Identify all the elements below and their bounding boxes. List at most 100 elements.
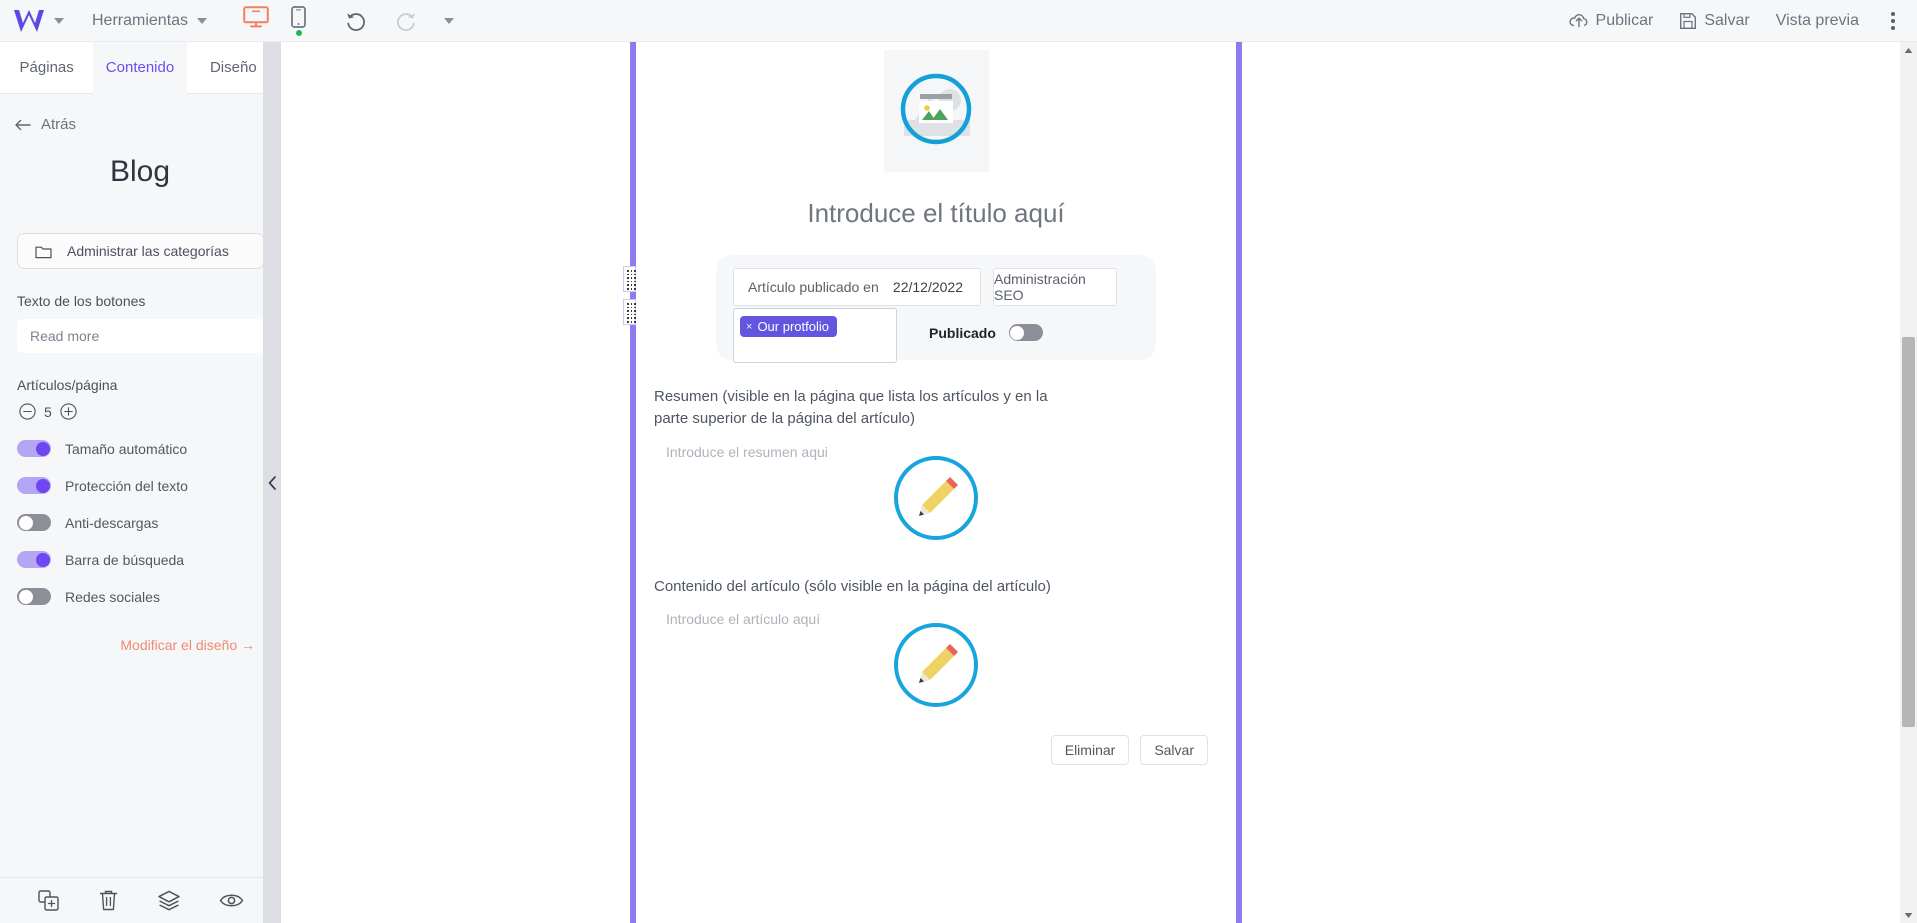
back-button[interactable]: Atrás	[0, 94, 280, 133]
toggle-barra-de-busqueda-switch[interactable]	[17, 551, 51, 568]
tab-contenido[interactable]: Contenido	[93, 42, 187, 94]
toggle-barra-de-busqueda[interactable]: Barra de búsqueda	[17, 551, 263, 568]
arrow-left-icon	[15, 119, 31, 130]
minus-circle-icon[interactable]	[19, 403, 36, 420]
toggle-redes-sociales[interactable]: Redes sociales	[17, 588, 263, 605]
published-toggle-switch[interactable]	[1008, 324, 1043, 341]
history-controls	[344, 10, 455, 32]
publish-label: Publicar	[1595, 11, 1654, 29]
sidebar-tabs: Páginas Contenido Diseño	[0, 42, 280, 94]
toggle-anti-descargas-switch[interactable]	[17, 514, 51, 531]
tools-chevron-down-icon	[197, 17, 208, 24]
section-resize-handle[interactable]	[623, 264, 636, 329]
publish-button[interactable]: Publicar	[1568, 11, 1654, 30]
desktop-view-button[interactable]	[243, 5, 269, 36]
undo-icon[interactable]	[344, 10, 368, 32]
featured-image-placeholder[interactable]	[883, 50, 989, 172]
mobile-phone-icon	[291, 5, 306, 28]
brand-logo-group[interactable]	[0, 8, 64, 34]
left-sidebar: Páginas Contenido Diseño Atrás Blog Admi…	[0, 42, 281, 923]
scroll-up-arrow-icon[interactable]	[1900, 42, 1917, 58]
published-date-value: 22/12/2022	[892, 279, 963, 295]
toggle-proteccion-del-texto-label: Protección del texto	[65, 477, 188, 494]
toggle-tamano-automatico-label: Tamaño automático	[65, 440, 188, 457]
floppy-disk-icon	[1680, 12, 1697, 29]
page-title: Blog	[109, 155, 171, 188]
manage-categories-button[interactable]: Administrar las categorías	[17, 233, 264, 269]
toggle-tamano-automatico-switch[interactable]	[17, 440, 51, 457]
save-button[interactable]: Salvar	[1679, 12, 1750, 30]
toggle-proteccion-del-texto-switch[interactable]	[17, 477, 51, 494]
monitor-icon	[243, 5, 269, 27]
summary-section-label: Resumen (visible en la página que lista …	[654, 388, 1048, 427]
toggle-proteccion-del-texto[interactable]: Protección del texto	[17, 477, 263, 494]
history-chevron-down-icon[interactable]	[444, 17, 455, 24]
button-text-label: Texto de los botones	[17, 293, 146, 309]
redo-icon[interactable]	[394, 10, 418, 32]
published-on-label: Artículo publicado en	[748, 279, 879, 295]
article-footer-buttons: Eliminar Salvar	[636, 709, 1236, 787]
delete-button[interactable]: Eliminar	[1050, 735, 1130, 766]
tools-menu-label: Herramientas	[92, 11, 189, 29]
scroll-down-arrow-icon[interactable]	[1900, 907, 1917, 923]
device-switcher	[243, 5, 306, 36]
more-options-icon[interactable]	[1885, 10, 1901, 32]
articles-per-page-label: Artículos/página	[17, 377, 118, 393]
sidebar-collapse-handle[interactable]	[263, 42, 281, 923]
image-placeholder-icon	[900, 73, 971, 145]
back-label: Atrás	[41, 116, 77, 133]
toggle-anti-descargas-label: Anti-descargas	[65, 514, 159, 531]
tab-diseno-label: Diseño	[209, 59, 257, 76]
duplicate-icon[interactable]	[37, 889, 60, 912]
articles-per-page-value: 5	[44, 403, 52, 420]
published-toggle-group[interactable]: Publicado	[929, 324, 1043, 341]
sidebar-bottom-toolbar	[0, 877, 281, 923]
categories-tag-input[interactable]: × Our protfolio	[733, 308, 897, 363]
mobile-view-button[interactable]	[291, 5, 306, 36]
resize-grip-top[interactable]	[623, 266, 636, 292]
toggle-anti-descargas[interactable]: Anti-descargas	[17, 514, 263, 531]
layers-icon[interactable]	[157, 889, 181, 912]
article-meta-panel: Artículo publicado en 22/12/2022 Adminis…	[716, 255, 1156, 363]
mobile-status-dot-icon	[295, 29, 302, 36]
preview-button[interactable]: Vista previa	[1776, 12, 1859, 30]
article-title-placeholder[interactable]: Introduce el título aquí	[636, 198, 1236, 229]
tab-contenido-label: Contenido	[105, 59, 175, 76]
toggle-redes-sociales-label: Redes sociales	[65, 588, 160, 605]
tag-remove-icon[interactable]: ×	[746, 321, 752, 333]
published-toggle-label: Publicado	[929, 324, 996, 341]
trash-icon[interactable]	[98, 889, 119, 912]
toggle-redes-sociales-switch[interactable]	[17, 588, 51, 605]
scrollbar-thumb[interactable]	[1902, 337, 1915, 727]
tab-paginas-label: Páginas	[19, 59, 74, 76]
manage-categories-label: Administrar las categorías	[67, 243, 229, 259]
tab-paginas[interactable]: Páginas	[0, 42, 94, 94]
top-toolbar: Herramientas Publicar Salvar Vista previ…	[0, 0, 1917, 42]
toggle-tamano-automatico[interactable]: Tamaño automático	[17, 440, 263, 457]
tools-menu[interactable]: Herramientas	[92, 11, 208, 30]
plus-circle-icon[interactable]	[60, 403, 77, 420]
preview-label: Vista previa	[1775, 11, 1859, 29]
button-text-input[interactable]	[17, 319, 264, 353]
published-date-field[interactable]: Artículo publicado en 22/12/2022	[733, 268, 981, 306]
content-pencil-icon[interactable]	[892, 621, 980, 709]
editor-canvas: Introduce el título aquí Artículo public…	[282, 42, 1899, 923]
eye-icon[interactable]	[219, 891, 244, 910]
content-section-label: Contenido del artículo (sólo visible en …	[654, 577, 1051, 595]
toggle-barra-de-busqueda-label: Barra de búsqueda	[65, 551, 185, 568]
tag-label: Our protfolio	[757, 319, 829, 334]
folder-icon	[35, 246, 52, 258]
summary-pencil-icon[interactable]	[892, 454, 980, 542]
seo-label: Administración SEO	[994, 271, 1086, 303]
vertical-scrollbar[interactable]	[1900, 42, 1917, 923]
brand-chevron-down-icon[interactable]	[54, 17, 64, 24]
seo-management-button[interactable]: Administración SEO	[993, 268, 1117, 306]
chevron-left-icon	[268, 475, 276, 490]
resize-grip-bottom[interactable]	[623, 299, 636, 325]
articles-per-page-stepper: 5	[17, 403, 263, 420]
modify-design-link[interactable]: Modificar el diseño →	[17, 637, 263, 653]
top-actions: Publicar Salvar Vista previa	[1568, 10, 1917, 32]
save-article-button[interactable]: Salvar	[1140, 735, 1208, 766]
category-tag[interactable]: × Our protfolio	[740, 316, 837, 337]
page-frame: Introduce el título aquí Artículo public…	[630, 42, 1242, 923]
